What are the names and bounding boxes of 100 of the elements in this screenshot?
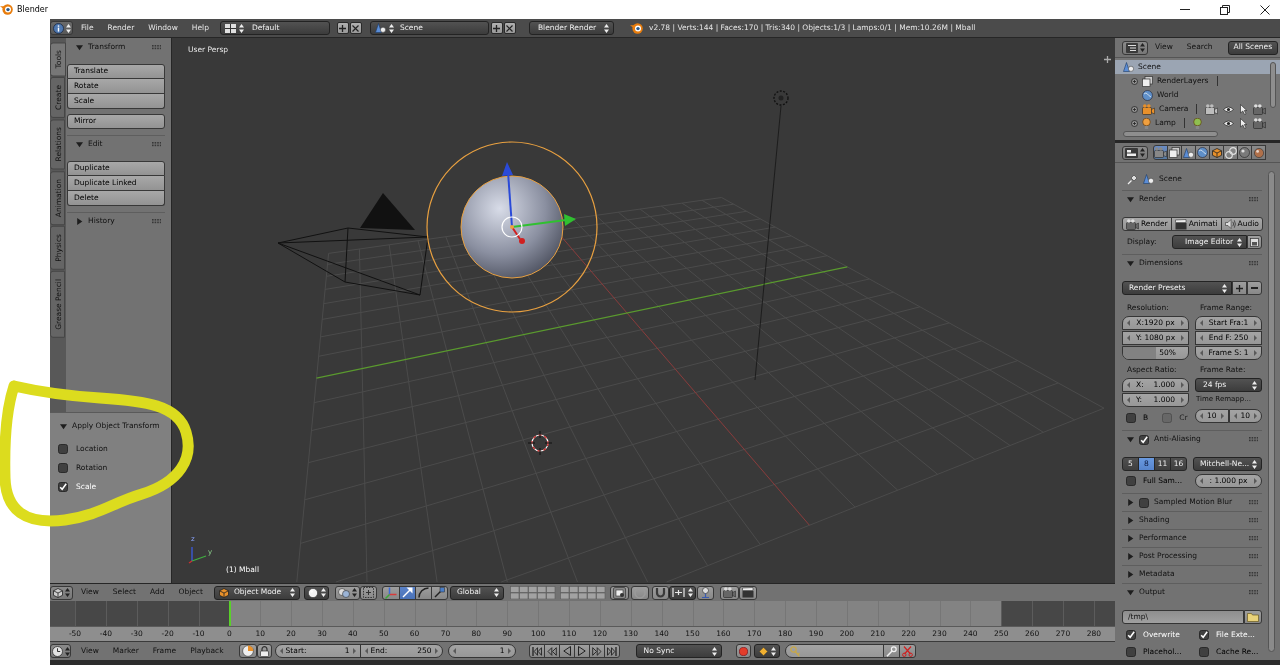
play-reverse-icon [562, 646, 571, 656]
target-icon [699, 587, 711, 598]
checkbox[interactable] [1139, 434, 1149, 445]
camera-icon [1142, 103, 1155, 115]
expand-toggle-icon[interactable] [1131, 77, 1138, 85]
checkbox[interactable] [1126, 647, 1136, 657]
pie-icon [241, 645, 254, 657]
expand-toggle-icon[interactable] [1131, 105, 1138, 113]
keying-set-field[interactable] [784, 644, 884, 658]
render-layers-icon [1169, 147, 1180, 158]
editor-type-button[interactable] [50, 644, 71, 658]
outliner-icon [1125, 42, 1138, 53]
editor-type-button[interactable] [1122, 40, 1148, 55]
scrollbar[interactable] [1270, 62, 1276, 108]
left-arrow-icon [279, 648, 283, 654]
lock-view-button[interactable] [609, 585, 629, 600]
manipulator-button[interactable] [398, 585, 416, 600]
playback-button[interactable] [528, 644, 545, 658]
checkbox[interactable] [58, 482, 68, 492]
left-arrow-icon [1200, 335, 1203, 341]
layout-icon [224, 23, 236, 33]
link-rings-icon [1224, 146, 1237, 159]
context-tab[interactable] [1251, 145, 1266, 160]
metaball-icon [1239, 147, 1250, 158]
shading-dropdown[interactable] [303, 585, 329, 600]
updown-arrows-icon [711, 646, 717, 656]
updown-arrows-icon [1139, 43, 1145, 52]
camera-icon [1154, 147, 1167, 158]
folder-button[interactable] [1244, 610, 1262, 624]
checkbox[interactable] [1199, 630, 1209, 640]
preview-range-button[interactable] [238, 644, 257, 658]
checkbox[interactable] [1126, 413, 1136, 423]
updown-arrows-icon [493, 588, 499, 597]
grip-icon [1248, 500, 1258, 505]
delete-button[interactable] [503, 22, 516, 34]
right-arrow-icon [1181, 382, 1184, 388]
pivot-dropdown[interactable] [334, 585, 360, 600]
keyframe-type-dropdown[interactable] [753, 644, 780, 658]
editor-type-button[interactable] [50, 585, 73, 600]
scale-icon [433, 587, 445, 598]
maximize-icon[interactable] [1220, 4, 1230, 15]
snap-target-button[interactable] [696, 585, 714, 600]
cross-icon [506, 24, 514, 32]
editor-type-button[interactable] [50, 21, 73, 35]
right-arrow-icon [1220, 413, 1224, 419]
scene-icon [374, 23, 386, 33]
add-button[interactable] [336, 22, 349, 34]
expand-toggle-icon[interactable] [1131, 119, 1138, 127]
snap-element-dropdown[interactable] [668, 585, 696, 600]
snap-button[interactable] [651, 585, 669, 600]
light-bulb-icon [1192, 117, 1202, 129]
checkbox[interactable] [1139, 497, 1149, 508]
delete-button[interactable] [349, 22, 362, 34]
sphere-icon [307, 587, 318, 598]
render-image-button[interactable] [719, 585, 739, 600]
manipulator-toggle[interactable] [359, 585, 377, 600]
checkbox[interactable] [1126, 476, 1136, 486]
remove-button[interactable] [1247, 281, 1262, 295]
cube-icon [53, 587, 63, 598]
render-preview-button[interactable] [630, 585, 649, 600]
light-bulb-icon [1142, 117, 1151, 129]
plus-icon [1236, 284, 1243, 292]
checkbox[interactable] [1126, 630, 1136, 640]
scrollbar[interactable] [1123, 131, 1218, 137]
right-arrow-icon [507, 648, 511, 654]
skip-to-start-icon [531, 646, 542, 656]
manipulator-axes-button[interactable] [381, 585, 400, 600]
checkbox[interactable] [1199, 647, 1209, 657]
updown-arrows-icon [603, 23, 609, 33]
axis-gizmo [188, 546, 207, 564]
left-arrow-icon [1200, 350, 1203, 356]
grip-icon [1248, 261, 1258, 266]
updown-arrows-icon [65, 588, 70, 597]
plus-icon[interactable] [1104, 56, 1111, 63]
axes-icon [384, 586, 397, 599]
scissors-icon [901, 645, 913, 657]
grip-icon [151, 219, 161, 224]
close-icon[interactable] [1260, 4, 1270, 15]
checkbox[interactable] [58, 463, 68, 473]
dotted-square-icon [362, 587, 374, 598]
next-keyframe-icon [591, 646, 602, 656]
checkbox[interactable] [58, 444, 68, 454]
record-button[interactable] [735, 644, 751, 658]
scene-icon [1183, 147, 1194, 158]
grip-icon [1248, 590, 1258, 595]
plus-icon [493, 24, 501, 32]
window-button[interactable] [1247, 235, 1262, 249]
grip-icon [1248, 437, 1258, 442]
editor-type-button[interactable] [1122, 145, 1148, 160]
scrollbar[interactable] [1268, 171, 1275, 652]
render-animation-button[interactable] [738, 585, 757, 600]
add-button[interactable] [490, 22, 503, 34]
lock-button[interactable] [256, 644, 272, 658]
scene-icon [1123, 62, 1134, 72]
grip-icon [1248, 518, 1258, 523]
updown-arrows-icon [770, 646, 776, 656]
manipulator-button[interactable] [414, 585, 432, 600]
pivot-icon [337, 587, 350, 598]
add-button[interactable] [1232, 281, 1247, 295]
camera-icon [1126, 218, 1139, 230]
